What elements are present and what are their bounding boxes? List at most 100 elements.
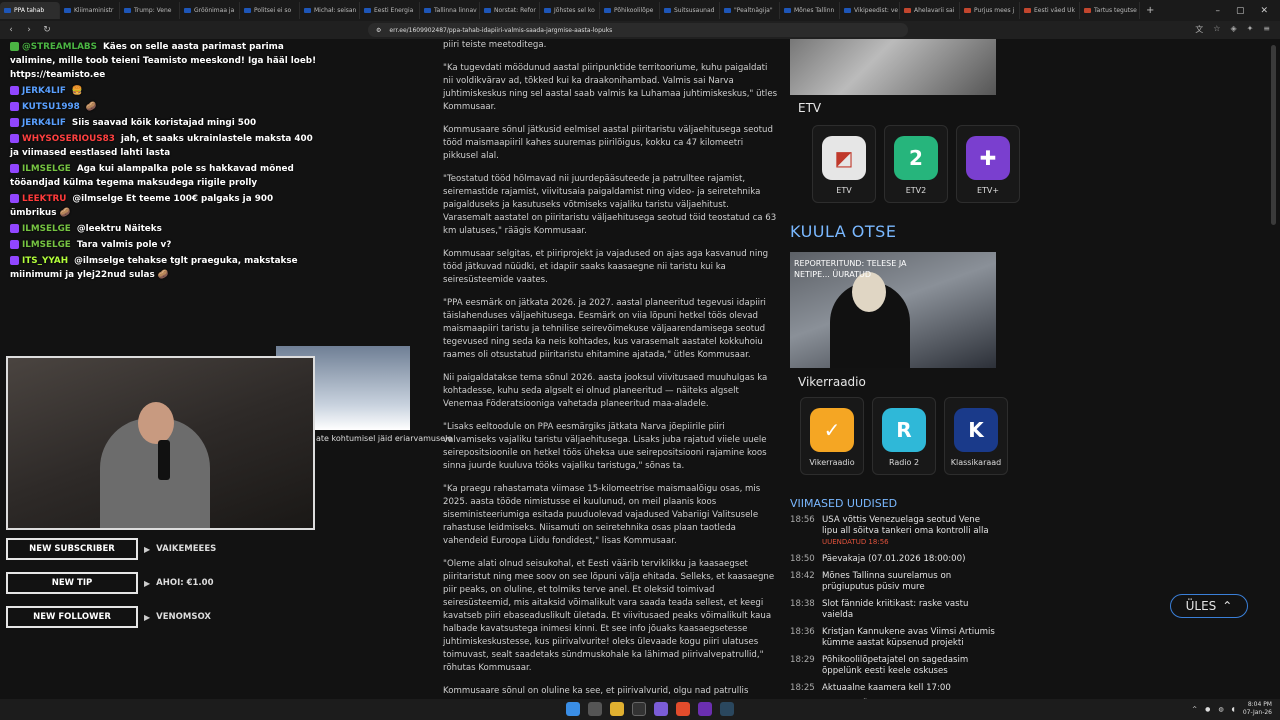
chat-message: WHYSOSERIOUS83 jah, et saaks ukrainlastel… [0,131,330,161]
browser-tab[interactable]: Michał: seisan [300,2,360,19]
tab-favicon-icon [604,8,611,13]
browser-tab[interactable]: Kliimaministr [60,2,120,19]
news-headline[interactable]: Päevakaja (07.01.2026 18:00:00) [822,554,965,565]
browser-tab[interactable]: Norstat: Refor [480,2,540,19]
site-info-icon[interactable]: ⚙ [376,27,381,34]
scrollbar-thumb[interactable] [1271,45,1276,225]
channel-tile[interactable]: ✚ ETV+ [956,125,1020,203]
browser-tab[interactable]: "Pealtnägija" [720,2,780,19]
obs-icon[interactable] [698,702,712,716]
tab-favicon-icon [544,8,551,13]
taskbar-apps [566,702,734,716]
arrow-right-icon: ▶ [144,544,151,554]
news-headline[interactable]: Slot fännide kriitikast: raske vastu vai… [822,599,996,621]
arrow-right-icon: ▶ [144,612,151,622]
browser-tab[interactable]: Trump: Vene [120,2,180,19]
news-item[interactable]: 18:36 Kristjan Kannukene avas Viimsi Arti… [790,627,996,649]
mic-icon[interactable]: ● [1205,706,1210,713]
brave-icon[interactable] [676,702,690,716]
reload-icon[interactable]: ↻ [40,25,54,35]
new-tab-button[interactable]: + [1140,5,1160,16]
news-item[interactable]: 18:29 Põhikoolilõpetajatel on sagedasim õ… [790,655,996,677]
bookmark-icon[interactable]: ☆ [1213,24,1220,35]
system-tray: ^ ● ◍ ◖ 8:04 PM 07-Jan-26 [1192,701,1272,717]
article-photo[interactable] [790,39,996,95]
tab-favicon-icon [244,8,251,13]
search-icon[interactable] [588,702,602,716]
chevron-up-icon: ⌃ [1222,599,1233,613]
close-icon[interactable]: ✕ [1260,6,1268,16]
browser-tab[interactable]: Jõhstes sel ko [540,2,600,19]
tab-favicon-icon [484,8,491,13]
browser-tab[interactable]: Suitsusaunad [660,2,720,19]
live-player[interactable]: REPORTERITUND: TELESE JA NETIPE... ÜURAT… [790,252,996,368]
news-headline-text: Mõnes Tallinna suurelamus on prügiuputus… [822,571,952,592]
clock[interactable]: 8:04 PM 07-Jan-26 [1243,701,1272,717]
network-icon[interactable]: ◍ [1218,706,1223,713]
news-time: 18:42 [790,571,815,581]
chat-badge-icon [10,118,19,127]
news-headline[interactable]: Põhikoolilõpetajatel on sagedasim õppelü… [822,655,996,677]
terminal-icon[interactable] [632,702,646,716]
chevron-up-icon[interactable]: ^ [1192,706,1197,713]
chat-message: @STREAMLABS Käes on selle aasta parimast … [0,39,330,83]
channel-tile[interactable]: 2 ETV2 [884,125,948,203]
steam-icon[interactable] [720,702,734,716]
browser-tab[interactable]: Mõnes Tallinn [780,2,840,19]
chat-message: LEEKTRU @ilmselge Et teeme 100€ palgaks j… [0,191,330,221]
forward-icon[interactable]: › [22,25,36,35]
news-item[interactable]: 18:25 Aktuaalne kaamera kell 17:00 [790,683,996,694]
news-headline-text: USA võttis Venezuelaga seotud Vene lipu … [822,515,989,536]
microphone [158,440,170,480]
chat-username: ITS_YYAH [22,256,69,266]
browser-tab[interactable]: Gröönimaa ja [180,2,240,19]
channel-tile[interactable]: ✓ Vikerraadio [800,397,864,475]
news-headline-text: Kristjan Kannukene avas Viimsi Artiumis … [822,627,995,648]
minimize-icon[interactable]: – [1215,6,1220,16]
discord-icon[interactable] [654,702,668,716]
news-headline[interactable]: USA võttis Venezuelaga seotud Vene lipu … [822,515,996,548]
browser-tab[interactable]: Purjus mees j [960,2,1020,19]
browser-tab[interactable]: Eesti Energia [360,2,420,19]
chat-username: ILMSELGE [22,164,71,174]
etv-channel-tiles: ◩ ETV 2 ETV2 ✚ ETV+ [812,125,1020,203]
browser-tab[interactable]: Ahelavarii sai [900,2,960,19]
browser-tab[interactable]: Vikipeedist: ve [840,2,900,19]
start-icon[interactable] [566,702,580,716]
news-item[interactable]: 18:50 Päevakaja (07.01.2026 18:00:00) [790,554,996,565]
file-explorer-icon[interactable] [610,702,624,716]
news-item[interactable]: 18:42 Mõnes Tallinna suurelamus on prügiu… [790,571,996,593]
tab-label: Michał: seisan [314,7,357,14]
news-headline[interactable]: Aktuaalne kaamera kell 17:00 [822,683,951,694]
news-item[interactable]: 18:56 USA võttis Venezuelaga seotud Vene … [790,515,996,548]
news-headline[interactable]: Kristjan Kannukene avas Viimsi Artiumis … [822,627,996,649]
menu-icon[interactable]: ≡ [1263,24,1270,35]
browser-tab[interactable]: Põhikoolilõpe [600,2,660,19]
news-headline[interactable]: Mõnes Tallinna suurelamus on prügiuputus… [822,571,996,593]
channel-tile[interactable]: R Radio 2 [872,397,936,475]
back-icon[interactable]: ‹ [4,25,18,35]
browser-tab[interactable]: PPA tahab [0,2,60,19]
volume-icon[interactable]: ◖ [1232,706,1235,713]
maximize-icon[interactable]: ▢ [1236,6,1245,16]
url-field[interactable]: ⚙ err.ee/1609902487/ppa-tahab-idapiiri-v… [368,23,908,37]
browser-tab[interactable]: Eesti väed Uk [1020,2,1080,19]
extensions-icon[interactable]: ✦ [1247,24,1254,35]
chat-message: JERK4LIF Siis saavad kõik koristajad ming… [0,115,330,131]
channel-tile[interactable]: K Klassikaraad [944,397,1008,475]
stream-news-caption: ate kohtumisel jäid eriarvamusele [316,434,453,443]
webcam-feed [6,356,315,530]
scroll-to-top-button[interactable]: ÜLES ⌃ [1170,594,1248,618]
browser-tab[interactable]: Tallinna linnav [420,2,480,19]
article-paragraph: "Lisaks eeltoodule on PPA eesmärgiks jät… [443,422,767,471]
browser-tab[interactable]: Tartus tegutse [1080,2,1140,19]
tab-label: Suitsusaunad [674,7,715,14]
channel-logo-icon: ✚ [966,136,1010,180]
browser-tab[interactable]: Politsei ei so [240,2,300,19]
channel-tile[interactable]: ◩ ETV [812,125,876,203]
shield-icon[interactable]: ◈ [1230,24,1236,35]
tab-favicon-icon [1024,8,1031,13]
news-item[interactable]: 18:38 Slot fännide kriitikast: raske vast… [790,599,996,621]
translate-icon[interactable]: 文 [1195,24,1203,35]
article-paragraph: "Teostatud tööd hõlmavad nii juurdepääsu… [443,174,777,236]
